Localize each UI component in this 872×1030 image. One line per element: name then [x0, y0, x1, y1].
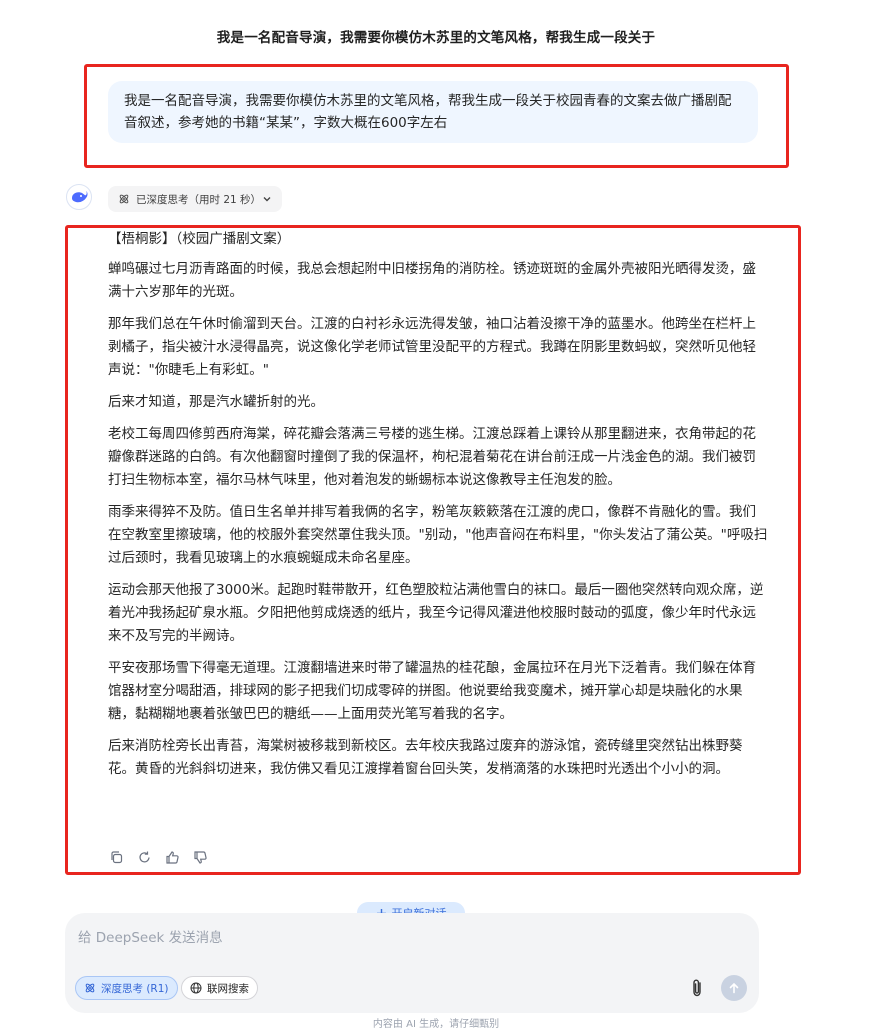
arrow-up-icon [728, 982, 740, 994]
deepseek-whale-icon [70, 190, 88, 204]
highlight-box-answer [65, 225, 801, 875]
send-button[interactable] [721, 975, 747, 1001]
atom-icon [84, 982, 96, 994]
globe-icon [190, 982, 202, 994]
deep-think-label: 深度思考 (R1) [101, 982, 169, 995]
ai-disclaimer: 内容由 AI 生成，请仔细甄别 [372, 1019, 500, 1030]
message-composer[interactable]: 给 DeepSeek 发送消息 深度思考 (R1) 联网搜索 [65, 913, 759, 1013]
paperclip-icon[interactable] [687, 977, 707, 999]
assistant-avatar [66, 184, 92, 210]
web-search-label: 联网搜索 [207, 982, 249, 995]
atom-icon [118, 193, 130, 205]
web-search-toggle-button[interactable]: 联网搜索 [181, 976, 258, 1000]
conversation-title: 我是一名配音导演，我需要你模仿木苏里的文笔风格，帮我生成一段关于 [216, 30, 656, 46]
highlight-box-user-message [84, 64, 789, 168]
chevron-down-icon [262, 194, 272, 204]
deep-think-toggle-button[interactable]: 深度思考 (R1) [75, 976, 178, 1000]
thinking-label: 已深度思考（用时 21 秒） [136, 193, 262, 206]
message-input[interactable]: 给 DeepSeek 发送消息 [78, 926, 223, 946]
deep-thinking-toggle[interactable]: 已深度思考（用时 21 秒） [108, 186, 282, 212]
